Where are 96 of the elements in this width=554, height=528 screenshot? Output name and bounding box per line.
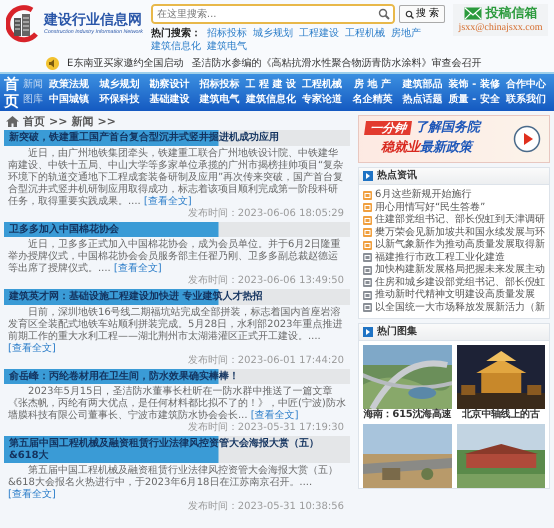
bullet-icon [363,303,372,312]
nav-link[interactable]: 建筑电气 [196,94,244,106]
nav-link[interactable]: 环保科技 [95,94,144,106]
publish-date: 发布时间：2023-06-01 17:44:20 [186,354,345,368]
news-link[interactable]: 以新气象新作为推动高质量发展取得新 [363,239,545,252]
arrow-icon [363,327,373,337]
nav-link[interactable]: 专家论道 [298,94,346,106]
nav-link[interactable]: 建筑部品 [398,79,447,91]
publish-date: 发布时间：2023-05-31 10:38:56 [186,501,345,514]
article-title[interactable]: 卫多多加入中国棉花协会 [4,222,350,238]
nav-link[interactable]: 招标投标 [196,79,244,91]
hot-search-link[interactable]: 城乡规划 [252,28,293,40]
nav-link[interactable]: 热点话题 [398,94,447,106]
ad-banner[interactable]: 一分钟 了解国务院 稳就业最新政策 [358,115,550,163]
breadcrumb-link[interactable]: 首页 [23,115,45,128]
hot-search-link[interactable]: 建筑电气 [206,41,247,53]
read-more-link[interactable]: [查看全文] [8,342,56,354]
read-more-link[interactable]: [查看全文] [144,196,192,207]
nav-link[interactable]: 图库 [23,94,43,106]
news-link[interactable]: 用心用情写好“民生答卷” [363,202,545,214]
bullet-icon [363,203,372,212]
article-summary: 近日，卫多多正式加入中国棉花协会，成为会员单位。并于6月2日隆重举办授牌仪式，中国棉花协会会员服务部主任翟乃刚、卫多多副总裁赵德运等出席了授牌仪式。.... [查看全文] [7,238,342,274]
hot-search-link[interactable]: 工程机械 [344,28,385,40]
publish-date: 发布时间：2023-06-06 18:05:29 [186,208,345,221]
breadcrumb-separator: >> [97,115,116,128]
nav-link[interactable]: 房 地 产 [348,79,397,91]
nav-link[interactable]: 名企精英 [348,94,397,106]
home-icon [6,116,19,128]
news-link[interactable]: 加快构建新发展格局把握未来发展主动 [363,264,545,276]
article-summary: 第五届中国工程机械及融资租赁行业法律风控资管大会海报大赏（五）&618大会报名火热进行中，于2023年6月18日在江苏南京召开。.... [查看全文] [7,464,339,500]
gallery-caption[interactable]: 海南：615沈海高速 [363,409,452,421]
news-link[interactable]: 6月这些新规开始施行 [363,189,545,202]
read-more-link[interactable]: [查看全文] [8,489,56,500]
bullet-icon [363,253,372,262]
nav-link[interactable]: 建筑信息化 [246,94,296,106]
news-link[interactable]: 福建推行市政工程工业化建造 [363,252,545,264]
site-title: 建设行业信息网 [44,13,143,29]
mailbox-email[interactable]: jsxx@chinajsxx.com [457,22,544,34]
news-link[interactable]: 樊万荣会见新加坡共和国永续发展与环 [363,226,545,239]
news-link[interactable]: 推动新时代精神文明建设高质量发展 [363,289,545,302]
ad-subline: 最新政策 [420,140,472,155]
play-icon[interactable] [513,125,541,153]
ticker-link[interactable]: 圣洁防水参编的《高粘抗滑水性聚合物沥青防水涂料》审查会召开 [191,58,482,70]
bullet-icon [363,228,372,238]
ad-headline: 了解国务院 [415,120,480,136]
breadcrumb-separator: >> [49,115,68,128]
bullet-icon [363,240,372,250]
news-link[interactable]: 以全国统一大市场释放发展新活力（新 [363,302,545,314]
bullet-icon [363,278,372,288]
nav-link[interactable]: 政策法规 [45,79,94,91]
nav-link[interactable]: 工程机械 [298,79,346,91]
news-link[interactable]: 住房和城乡建设部党组书记、部长倪虹 [363,276,545,289]
hot-search-link[interactable]: 建筑信息化 [150,41,201,53]
section-title: 热点资讯 [377,170,417,182]
read-more-link[interactable]: [查看全文] [114,263,162,274]
ad-highlight: 稳就业 [381,140,420,155]
ad-tag: 一分钟 [364,120,412,135]
nav-link[interactable]: 基础建设 [145,94,194,106]
hot-search-link[interactable]: 招标投标 [206,28,247,40]
section-title: 热门图集 [377,326,417,338]
nav-link[interactable]: 城乡规划 [95,79,144,91]
search-field[interactable]: 在这里搜索... [150,4,395,24]
logo-icon [6,4,40,44]
search-icon [404,10,414,18]
news-link[interactable]: 住建部党组书记、部长倪虹到天津调研 [363,214,545,226]
bullet-icon [363,290,372,300]
publish-date: 发布时间：2023-06-06 13:49:50 [186,275,345,288]
nav-link[interactable]: 质量 - 安全 [448,94,500,106]
hot-search-link[interactable]: 房地产 [390,28,421,40]
gallery-caption[interactable]: 北京中轴线上的古 [456,409,545,421]
nav-link[interactable]: 合作中心 [502,79,550,91]
breadcrumb-link[interactable]: 新闻 [71,115,94,128]
bullet-icon [363,266,372,275]
article-summary: 2023年5月15日，圣洁防水董事长杜昕在一防水群中推送了一篇文章《张杰帆，丙纶有两大优点，是任何材料都比拟不了的！》，中匠(宁波)防水墙膜科技有限公司董事长、宁波市建筑防水协会会长... [查看全文] [7,384,347,422]
envelope-icon [464,7,482,20]
nav-link[interactable]: 中国城镇 [45,94,94,106]
hot-search-label: 热门搜索： [150,28,201,40]
nav-link[interactable]: 勘察设计 [145,79,194,91]
nav-link[interactable]: 联系我们 [502,94,550,106]
ticker-link[interactable]: E东南亚买家邀约全国启动 [67,58,184,70]
publish-date: 发布时间：2023-05-31 17:19:30 [186,422,345,436]
read-more-link[interactable]: [查看全文] [250,410,299,422]
nav-link[interactable]: 装饰 - 装修 [448,79,500,91]
home-link[interactable]: 首页 [4,76,19,109]
article-summary: 日前，深圳地铁16号线二期福坑站完成全部拼装，标志着国内首座岩溶发育区全装配式地铁车站顺利拼装完成。5月28日，水利部2023年重点推进前期工作的重大水利工程——湖北荆州市太湖港灌区正式开工建设。.... [查看全文] [7,306,344,354]
search-icon [378,8,390,20]
search-button[interactable]: 搜 索 [398,5,446,23]
bullet-icon [363,216,372,225]
mailbox-title: 投稿信箱 [486,6,538,22]
nav-link[interactable]: 新闻 [23,79,43,91]
article-summary: 近日，由广州地铁集团牵头，铁建重工联合广州地铁设计院、中铁建华南建设、中铁十五局、中山大学等多家单位承揽的广州市揭榜挂帅项目“复杂环境下的轨道交通地下工程成套装备研制及应用”再次传来突破，国产首台复合型沉井式竖井机研制应用取得成功，标志着该项目顺利完成第一阶段科研任务，取得重要实践成果。.... [查看全文] [7,146,344,208]
nav-link[interactable]: 工 程 建 设 [246,79,296,91]
bullet-icon [363,190,372,200]
speaker-icon [46,57,59,70]
arrow-icon [363,171,373,181]
hot-search-link[interactable]: 工程建设 [298,28,339,40]
